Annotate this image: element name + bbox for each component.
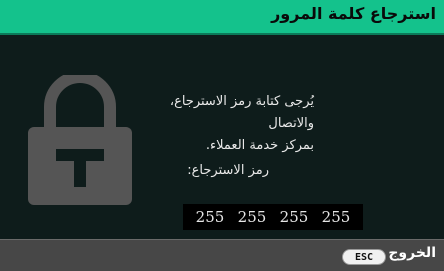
recovery-code-group: 255 (237, 208, 267, 226)
dialog-title: استرجاع كلمة المرور (271, 4, 436, 23)
instruction-line: يُرجى كتابة رمز الاسترجاع، (169, 94, 314, 109)
instruction-message: يُرجى كتابة رمز الاسترجاع، والاتصال بمرك… (170, 91, 314, 157)
lock-icon (28, 75, 132, 205)
recovery-code-group: 255 (195, 208, 225, 226)
title-bar: استرجاع كلمة المرور (0, 0, 444, 35)
footer-bar: ESC الخروج (0, 239, 444, 271)
esc-button[interactable]: ESC (342, 249, 386, 265)
recovery-code-group: 255 (279, 208, 309, 226)
instruction-line: بمركز خدمة العملاء. (205, 138, 314, 153)
instruction-line: والاتصال (268, 116, 314, 131)
exit-label: الخروج (388, 245, 436, 261)
recovery-code-field: 255 255 255 255 (183, 204, 363, 230)
password-recovery-dialog: استرجاع كلمة المرور يُرجى كتابة رمز الاس… (0, 0, 444, 271)
recovery-code-group: 255 (321, 208, 351, 226)
recovery-code-label: رمز الاسترجاع: (187, 163, 269, 178)
